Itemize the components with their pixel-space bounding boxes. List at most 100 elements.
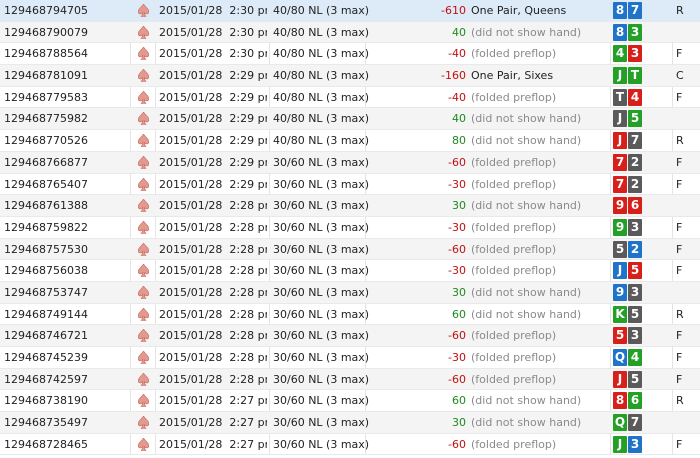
preflop-action: F [676,372,683,386]
table-row[interactable]: 129468775982 2015/01/28 2:29 pm 40/80 NL (… [0,108,700,131]
card-icon: 2 [628,175,642,193]
table-row[interactable]: 129468766877 2015/01/28 2:29 pm 30/60 NL (… [0,151,700,174]
card-icon: 5 [628,370,642,388]
card-icon: 4 [628,349,642,366]
hand-datetime: 2015/01/28 2:28 pm [159,217,267,239]
game-type: 40/80 NL (3 max) [273,4,370,17]
hand-date: 2015/01/28 [159,329,223,343]
card-icon: J [613,262,627,280]
hole-cards: J7 [613,131,673,151]
table-row[interactable]: 129468779583 2015/01/28 2:29 pm 40/80 NL (… [0,87,700,109]
net-amount: -40 [448,47,466,61]
table-row[interactable]: 129468749144 2015/01/28 2:28 pm 30/60 NL (… [0,304,700,326]
table-row[interactable]: 129468781091 2015/01/28 2:29 pm 40/80 NL (… [0,65,700,87]
hand-result: (folded preflop) [471,351,557,364]
game-type: 30/60 NL (3 max) [273,242,370,256]
hand-result: (folded preflop) [471,264,557,278]
hand-time: 2:29 pm [229,134,267,148]
net-amount: -30 [448,264,466,278]
card-icon: J [613,435,627,453]
table-row[interactable]: 129468742597 2015/01/28 2:28 pm 30/60 NL (… [0,368,700,391]
hole-cards: 43 [613,44,673,64]
net-amount: -40 [448,90,466,104]
card-icon: 3 [628,45,642,63]
card-icon: Q [613,414,627,432]
table-row[interactable]: 129468738190 2015/01/28 2:27 pm 30/60 NL (… [0,390,700,413]
table-row[interactable]: 129468761388 2015/01/28 2:28 pm 30/60 NL (… [0,195,700,217]
table-row[interactable]: 129468745239 2015/01/28 2:28 pm 30/60 NL (… [0,347,700,369]
hand-id: 129468770526 [4,134,88,148]
hand-result: (folded preflop) [471,155,557,169]
table-row[interactable]: 129468759822 2015/01/28 2:28 pm 30/60 NL (… [0,217,700,239]
hand-time: 2:28 pm [229,351,267,364]
hand-date: 2015/01/28 [159,372,223,386]
preflop-action: F [676,329,683,343]
preflop-action: F [676,177,683,191]
net-amount: -30 [448,177,466,191]
hole-cards: 93 [613,283,673,303]
hand-time: 2:28 pm [229,285,267,299]
hand-datetime: 2015/01/28 2:30 pm [159,22,267,44]
hand-date: 2015/01/28 [159,220,223,234]
table-row[interactable]: 129468765407 2015/01/28 2:29 pm 30/60 NL (… [0,174,700,196]
card-icon: 9 [613,218,627,236]
hand-id: 129468788564 [4,47,88,61]
table-row[interactable]: 129468788564 2015/01/28 2:30 pm 40/80 NL (… [0,43,700,66]
hand-time: 2:30 pm [229,25,267,39]
hand-result: (folded preflop) [471,329,557,343]
table-row[interactable]: 129468735497 2015/01/28 2:27 pm 30/60 NL (… [0,412,700,434]
hole-cards: 72 [613,153,673,173]
game-type: 40/80 NL (3 max) [273,25,370,39]
table-row[interactable]: 129468746721 2015/01/28 2:28 pm 30/60 NL (… [0,325,700,347]
table-row[interactable]: 129468753747 2015/01/28 2:28 pm 30/60 NL (… [0,281,700,304]
hand-result: One Pair, Queens [471,4,567,17]
preflop-action: F [676,437,683,451]
net-amount: -60 [448,437,466,451]
hole-cards: Q7 [613,413,673,433]
hand-result: (did not show hand) [471,199,582,213]
table-row[interactable]: 129468757530 2015/01/28 2:28 pm 30/60 NL (… [0,238,700,261]
net-amount: 60 [452,307,466,321]
net-amount: 30 [452,416,466,430]
game-type: 30/60 NL (3 max) [273,394,370,408]
hand-time: 2:28 pm [229,372,267,386]
table-row[interactable]: 129468770526 2015/01/28 2:29 pm 40/80 NL (… [0,130,700,152]
hand-datetime: 2015/01/28 2:28 pm [159,369,267,391]
card-icon: J [613,132,627,150]
net-amount: -60 [448,372,466,386]
net-amount: -160 [441,69,466,83]
hand-id: 129468781091 [4,69,88,83]
game-type: 30/60 NL (3 max) [273,351,370,364]
hole-cards: J5 [613,109,673,129]
table-row[interactable]: 129468756038 2015/01/28 2:28 pm 30/60 NL (… [0,260,700,282]
card-icon: 8 [613,2,627,19]
hand-result: (folded preflop) [471,90,557,104]
game-type: 30/60 NL (3 max) [273,329,370,343]
hand-date: 2015/01/28 [159,264,223,278]
preflop-action: F [676,242,683,256]
hand-id: 129468749144 [4,307,88,321]
hole-cards: JT [613,66,673,86]
game-type: 30/60 NL (3 max) [273,285,370,299]
hand-time: 2:28 pm [229,307,267,321]
card-icon: 5 [613,240,627,258]
card-icon: T [628,67,642,85]
game-type: 40/80 NL (3 max) [273,90,370,104]
hand-id: 129468761388 [4,199,88,213]
table-row[interactable]: 129468728465 2015/01/28 2:27 pm 30/60 NL (… [0,434,700,456]
hand-result: (folded preflop) [471,372,557,386]
hand-time: 2:30 pm [229,47,267,61]
game-type: 30/60 NL (3 max) [273,416,370,430]
hand-id: 129468775982 [4,112,88,126]
card-icon: 7 [613,153,627,171]
net-amount: 80 [452,134,466,148]
hand-time: 2:29 pm [229,155,267,169]
hand-time: 2:28 pm [229,199,267,213]
preflop-action: R [676,4,684,17]
net-amount: 30 [452,285,466,299]
table-row[interactable]: 129468790079 2015/01/28 2:30 pm 40/80 NL (… [0,21,700,44]
table-row[interactable]: 129468794705 2015/01/28 2:30 pm 40/80 NL (… [0,0,700,22]
card-icon: 4 [628,88,642,106]
hole-cards: J3 [613,435,673,455]
preflop-action: F [676,351,683,364]
